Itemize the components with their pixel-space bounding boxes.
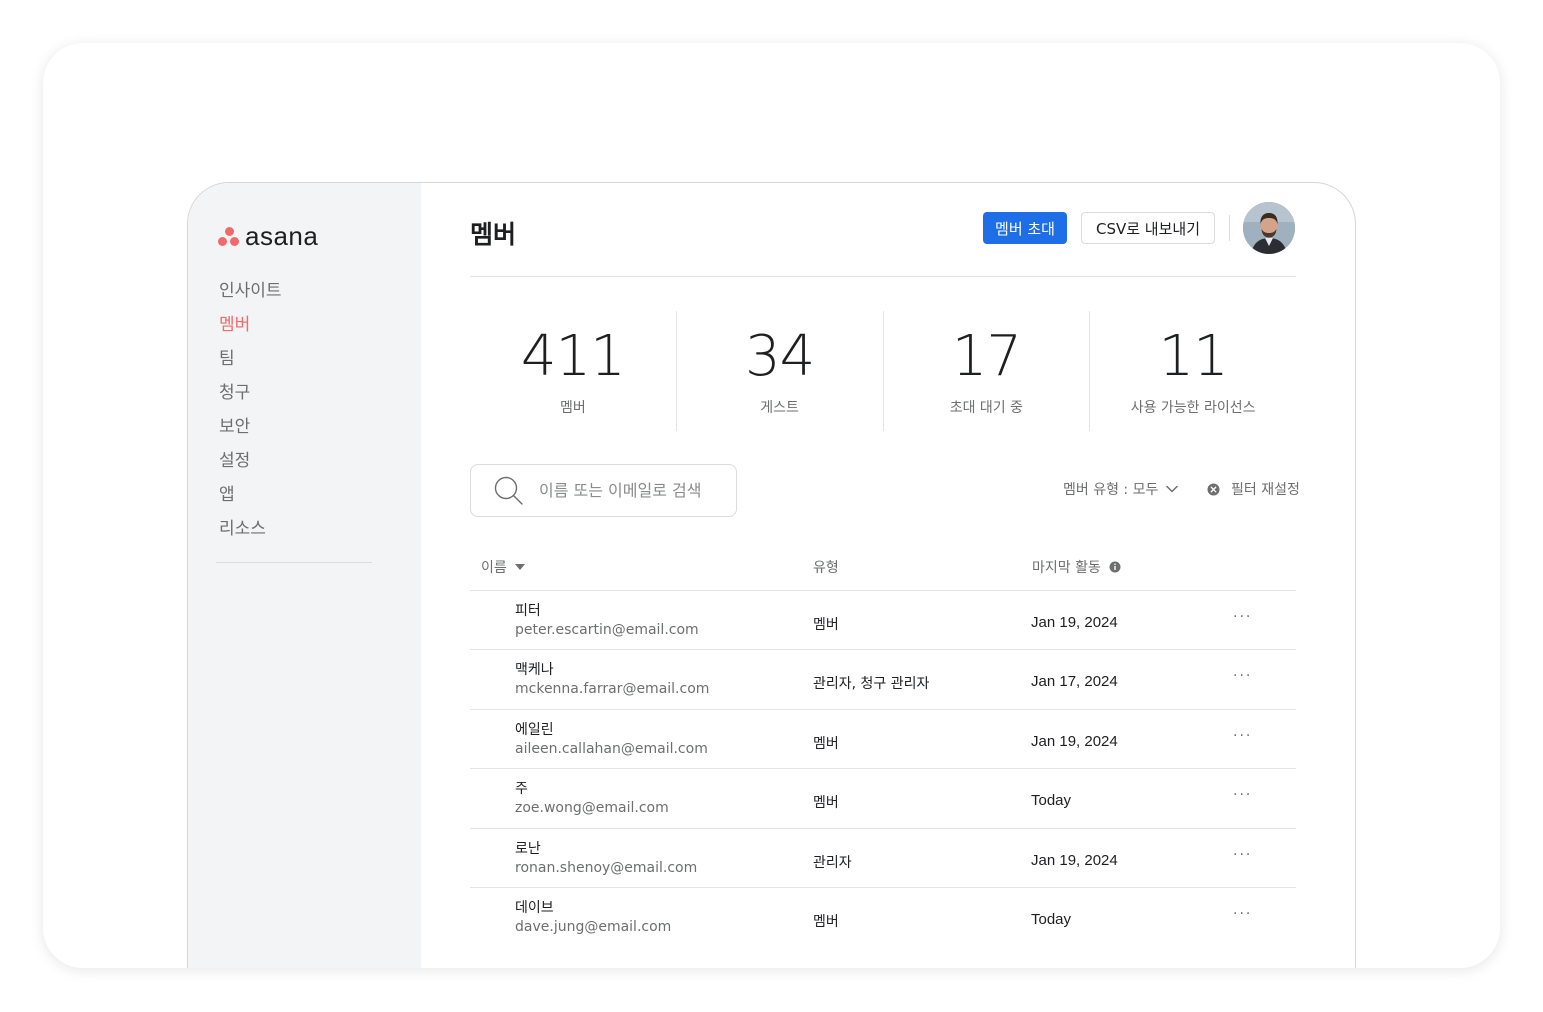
export-csv-button[interactable]: CSV로 내보내기 — [1081, 212, 1215, 244]
sidebar-item-insights[interactable]: 인사이트 — [219, 279, 282, 313]
chevron-down-icon — [1166, 485, 1179, 493]
more-options-icon[interactable]: ··· — [1233, 787, 1252, 803]
table-row[interactable]: 에일린 aileen.callahan@email.com 멤버 Jan 19,… — [470, 710, 1296, 770]
member-name: 주 — [515, 781, 528, 798]
sidebar-item-members[interactable]: 멤버 — [219, 313, 282, 347]
column-header-name[interactable]: 이름 — [481, 557, 525, 577]
member-email: dave.jung@email.com — [515, 918, 672, 935]
members-table-header: 이름 유형 마지막 활동 — [470, 553, 1296, 591]
search-box[interactable] — [470, 464, 737, 517]
sidebar-item-teams[interactable]: 팀 — [219, 347, 282, 381]
stat-label: 초대 대기 중 — [949, 400, 1024, 416]
member-name: 데이브 — [515, 899, 554, 916]
stat-available-licenses: 11 사용 가능한 라이선스 — [1089, 311, 1296, 431]
more-options-icon[interactable]: ··· — [1233, 728, 1252, 744]
more-options-icon[interactable]: ··· — [1233, 906, 1252, 922]
more-options-icon[interactable]: ··· — [1233, 609, 1252, 625]
sidebar-nav: 인사이트 멤버 팀 청구 보안 설정 앱 리소스 — [219, 279, 282, 551]
sidebar-item-billing[interactable]: 청구 — [219, 381, 282, 415]
search-icon — [494, 476, 523, 505]
table-row[interactable]: 피터 peter.escartin@email.com 멤버 Jan 19, 2… — [470, 591, 1296, 651]
app-window: asana 인사이트 멤버 팀 청구 보안 설정 앱 리소스 멤버 멤버 초대 … — [187, 182, 1356, 968]
member-last-activity: Jan 19, 2024 — [1031, 851, 1118, 869]
column-type-label: 유형 — [813, 560, 839, 576]
member-type: 멤버 — [813, 795, 839, 812]
clear-circle-icon — [1207, 483, 1220, 495]
reset-filters-button[interactable]: 필터 재설정 — [1207, 479, 1300, 499]
stat-value: 411 — [520, 324, 626, 389]
member-last-activity: Jan 19, 2024 — [1031, 614, 1118, 631]
member-type: 멤버 — [813, 913, 839, 930]
sort-caret-down-icon — [514, 564, 525, 570]
header-divider — [470, 276, 1296, 277]
member-type-filter-label: 멤버 유형 : 모두 — [1063, 482, 1159, 498]
member-email: mckenna.farrar@email.com — [515, 681, 710, 698]
stat-value: 17 — [951, 324, 1022, 389]
member-name: 로난 — [515, 840, 541, 857]
member-type-filter[interactable]: 멤버 유형 : 모두 — [1063, 479, 1179, 499]
main-content: 멤버 멤버 초대 CSV로 내보내기 411 멤버 34 게스트 17 초대 대… — [421, 183, 1355, 968]
stat-value: 11 — [1158, 324, 1228, 389]
member-last-activity: Jan 19, 2024 — [1031, 732, 1118, 750]
member-type: 멤버 — [813, 735, 839, 752]
info-icon[interactable] — [1109, 561, 1121, 573]
invite-member-button[interactable]: 멤버 초대 — [983, 212, 1067, 244]
stat-value: 34 — [744, 324, 815, 389]
stat-pending-invites: 17 초대 대기 중 — [882, 311, 1090, 431]
page-title: 멤버 — [470, 220, 517, 249]
stats-row: 411 멤버 34 게스트 17 초대 대기 중 11 사용 가능한 라이선스 — [470, 311, 1296, 431]
sidebar-item-settings[interactable]: 설정 — [219, 449, 282, 483]
sidebar-item-apps[interactable]: 앱 — [219, 483, 282, 517]
column-header-last-activity: 마지막 활동 — [1032, 557, 1121, 577]
search-input[interactable] — [539, 481, 719, 500]
member-last-activity: Today — [1031, 792, 1072, 810]
logo-text: asana — [245, 221, 319, 251]
avatar-portrait-icon — [1243, 202, 1295, 254]
sidebar: asana 인사이트 멤버 팀 청구 보안 설정 앱 리소스 — [188, 183, 421, 968]
stat-label: 게스트 — [760, 400, 799, 416]
stat-label: 멤버 — [559, 400, 586, 416]
member-name: 에일린 — [515, 721, 554, 738]
sidebar-divider — [216, 562, 372, 563]
member-email: peter.escartin@email.com — [515, 622, 699, 638]
member-email: zoe.wong@email.com — [515, 800, 669, 817]
table-row[interactable]: 데이브 dave.jung@email.com 멤버 Today ··· — [470, 888, 1296, 947]
stat-members: 411 멤버 — [470, 311, 676, 431]
member-name: 피터 — [515, 603, 541, 619]
member-email: ronan.shenoy@email.com — [515, 859, 698, 876]
member-type: 관리자 — [813, 854, 852, 871]
column-header-type: 유형 — [813, 557, 839, 577]
more-options-icon[interactable]: ··· — [1233, 847, 1252, 863]
user-avatar[interactable] — [1243, 202, 1295, 254]
header-separator — [1229, 215, 1230, 241]
stat-guests: 34 게스트 — [675, 311, 883, 431]
members-table-body: 피터 peter.escartin@email.com 멤버 Jan 19, 2… — [470, 591, 1296, 947]
stat-label: 사용 가능한 라이선스 — [1130, 400, 1256, 416]
sidebar-item-resources[interactable]: 리소스 — [219, 517, 282, 551]
table-row[interactable]: 맥케나 mckenna.farrar@email.com 관리자, 청구 관리자… — [470, 650, 1296, 710]
member-name: 맥케나 — [515, 662, 554, 679]
column-name-label: 이름 — [481, 560, 507, 576]
sidebar-item-security[interactable]: 보안 — [219, 415, 282, 449]
more-options-icon[interactable]: ··· — [1233, 668, 1252, 684]
outer-card: asana 인사이트 멤버 팀 청구 보안 설정 앱 리소스 멤버 멤버 초대 … — [43, 43, 1500, 968]
reset-filters-label: 필터 재설정 — [1231, 482, 1300, 498]
asana-logo-icon — [218, 226, 240, 247]
member-type: 관리자, 청구 관리자 — [813, 676, 930, 693]
table-row[interactable]: 주 zoe.wong@email.com 멤버 Today ··· — [470, 769, 1296, 829]
column-activity-label: 마지막 활동 — [1032, 560, 1101, 576]
member-email: aileen.callahan@email.com — [515, 740, 708, 757]
asana-logo[interactable]: asana — [218, 221, 318, 252]
member-type: 멤버 — [813, 617, 839, 633]
member-last-activity: Today — [1031, 910, 1072, 928]
member-last-activity: Jan 17, 2024 — [1031, 673, 1118, 691]
table-row[interactable]: 로난 ronan.shenoy@email.com 관리자 Jan 19, 20… — [470, 829, 1296, 888]
